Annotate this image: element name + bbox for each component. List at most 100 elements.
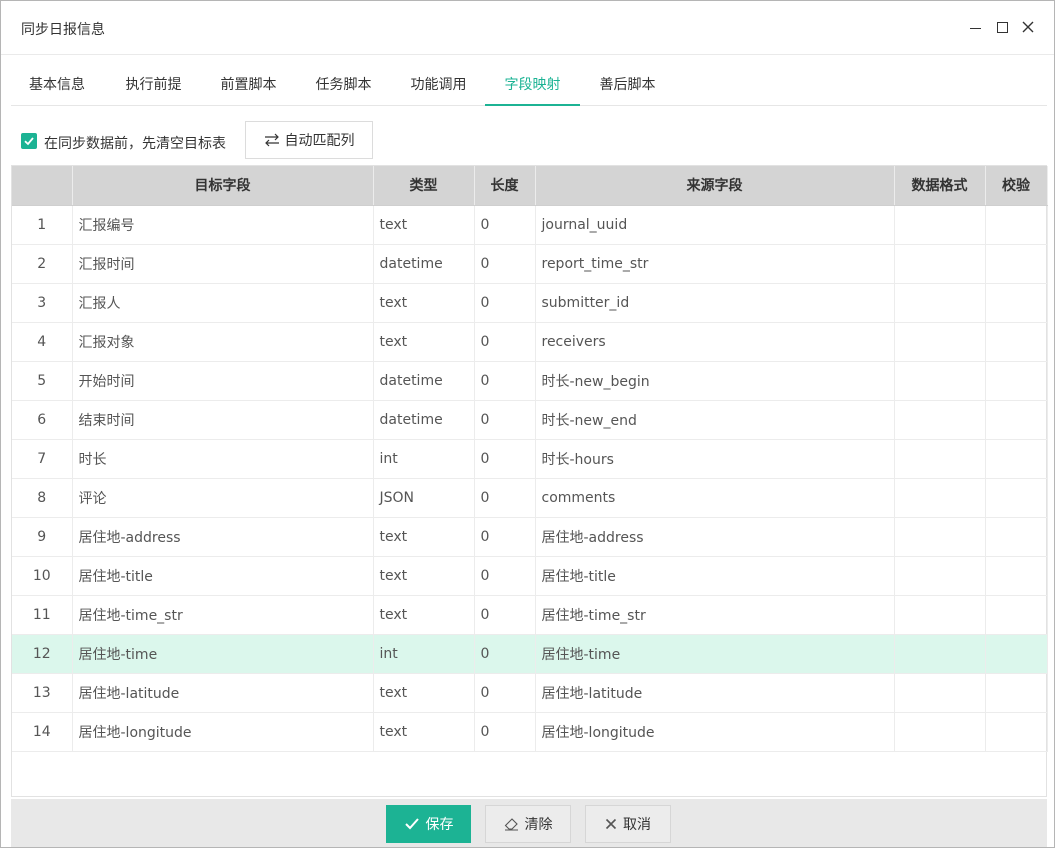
type-cell[interactable]: JSON [373,478,475,518]
validation-cell[interactable] [985,283,1048,323]
table-row[interactable]: 3 汇报人 text 0 submitter_id [12,283,1048,323]
type-cell[interactable]: text [373,556,475,596]
length-cell[interactable]: 0 [474,322,536,362]
type-cell[interactable]: datetime [373,361,475,401]
type-cell[interactable]: text [373,517,475,557]
validation-cell[interactable] [985,634,1048,674]
source-field-cell[interactable]: 居住地-title [535,556,895,596]
type-cell[interactable]: text [373,595,475,635]
validation-cell[interactable] [985,205,1048,245]
target-field-cell[interactable]: 时长 [72,439,374,479]
type-cell[interactable]: text [373,673,475,713]
type-cell[interactable]: int [373,634,475,674]
source-field-cell[interactable]: 居住地-time_str [535,595,895,635]
data-format-cell[interactable] [894,205,986,245]
column-header-length[interactable]: 长度 [474,166,536,206]
cancel-button[interactable]: 取消 [585,805,671,843]
length-cell[interactable]: 0 [474,634,536,674]
length-cell[interactable]: 0 [474,205,536,245]
tab-pre-script[interactable]: 前置脚本 [201,64,296,106]
table-row[interactable]: 1 汇报编号 text 0 journal_uuid [12,205,1048,245]
table-row[interactable]: 10 居住地-title text 0 居住地-title [12,556,1048,596]
type-cell[interactable]: datetime [373,400,475,440]
data-format-cell[interactable] [894,478,986,518]
validation-cell[interactable] [985,439,1048,479]
type-cell[interactable]: text [373,205,475,245]
length-cell[interactable]: 0 [474,283,536,323]
table-row[interactable]: 12 居住地-time int 0 居住地-time [12,634,1048,674]
save-button[interactable]: 保存 [386,805,471,843]
target-field-cell[interactable]: 汇报编号 [72,205,374,245]
clear-button[interactable]: 清除 [485,805,571,843]
target-field-cell[interactable]: 居住地-time_str [72,595,374,635]
validation-cell[interactable] [985,322,1048,362]
length-cell[interactable]: 0 [474,244,536,284]
target-field-cell[interactable]: 汇报时间 [72,244,374,284]
source-field-cell[interactable]: 时长-new_begin [535,361,895,401]
validation-cell[interactable] [985,556,1048,596]
auto-match-button[interactable]: 自动匹配列 [245,121,373,159]
data-format-cell[interactable] [894,400,986,440]
column-header-type[interactable]: 类型 [373,166,475,206]
validation-cell[interactable] [985,712,1048,752]
source-field-cell[interactable]: submitter_id [535,283,895,323]
data-format-cell[interactable] [894,361,986,401]
length-cell[interactable]: 0 [474,712,536,752]
source-field-cell[interactable]: 居住地-longitude [535,712,895,752]
target-field-cell[interactable]: 评论 [72,478,374,518]
validation-cell[interactable] [985,673,1048,713]
validation-cell[interactable] [985,400,1048,440]
data-format-cell[interactable] [894,595,986,635]
target-field-cell[interactable]: 结束时间 [72,400,374,440]
source-field-cell[interactable]: 居住地-address [535,517,895,557]
tab-post-script[interactable]: 善后脚本 [580,64,675,106]
column-header-source[interactable]: 来源字段 [535,166,895,206]
source-field-cell[interactable]: 居住地-time [535,634,895,674]
source-field-cell[interactable]: comments [535,478,895,518]
table-row[interactable]: 7 时长 int 0 时长-hours [12,439,1048,479]
type-cell[interactable]: text [373,712,475,752]
data-format-cell[interactable] [894,673,986,713]
length-cell[interactable]: 0 [474,478,536,518]
tab-task-script[interactable]: 任务脚本 [296,64,391,106]
validation-cell[interactable] [985,517,1048,557]
length-cell[interactable]: 0 [474,517,536,557]
maximize-button[interactable] [990,15,1014,39]
length-cell[interactable]: 0 [474,556,536,596]
source-field-cell[interactable]: 时长-hours [535,439,895,479]
length-cell[interactable]: 0 [474,361,536,401]
tab-preconditions[interactable]: 执行前提 [106,64,201,106]
type-cell[interactable]: text [373,322,475,362]
data-format-cell[interactable] [894,634,986,674]
data-format-cell[interactable] [894,439,986,479]
target-field-cell[interactable]: 开始时间 [72,361,374,401]
close-button[interactable] [1016,15,1040,39]
table-row[interactable]: 8 评论 JSON 0 comments [12,478,1048,518]
data-format-cell[interactable] [894,283,986,323]
type-cell[interactable]: int [373,439,475,479]
target-field-cell[interactable]: 居住地-latitude [72,673,374,713]
data-format-cell[interactable] [894,712,986,752]
data-format-cell[interactable] [894,517,986,557]
validation-cell[interactable] [985,361,1048,401]
validation-cell[interactable] [985,244,1048,284]
tab-function-call[interactable]: 功能调用 [391,64,486,106]
length-cell[interactable]: 0 [474,400,536,440]
tab-field-mapping[interactable]: 字段映射 [485,64,580,106]
data-format-cell[interactable] [894,244,986,284]
column-header-target[interactable]: 目标字段 [72,166,374,206]
source-field-cell[interactable]: 居住地-latitude [535,673,895,713]
length-cell[interactable]: 0 [474,673,536,713]
table-row[interactable]: 14 居住地-longitude text 0 居住地-longitude [12,712,1048,752]
table-row[interactable]: 6 结束时间 datetime 0 时长-new_end [12,400,1048,440]
target-field-cell[interactable]: 居住地-title [72,556,374,596]
source-field-cell[interactable]: journal_uuid [535,205,895,245]
minimize-button[interactable] [963,15,987,39]
target-field-cell[interactable]: 汇报对象 [72,322,374,362]
type-cell[interactable]: text [373,283,475,323]
clear-target-checkbox[interactable] [21,133,37,149]
table-row[interactable]: 4 汇报对象 text 0 receivers [12,322,1048,362]
target-field-cell[interactable]: 汇报人 [72,283,374,323]
validation-cell[interactable] [985,595,1048,635]
table-row[interactable]: 13 居住地-latitude text 0 居住地-latitude [12,673,1048,713]
